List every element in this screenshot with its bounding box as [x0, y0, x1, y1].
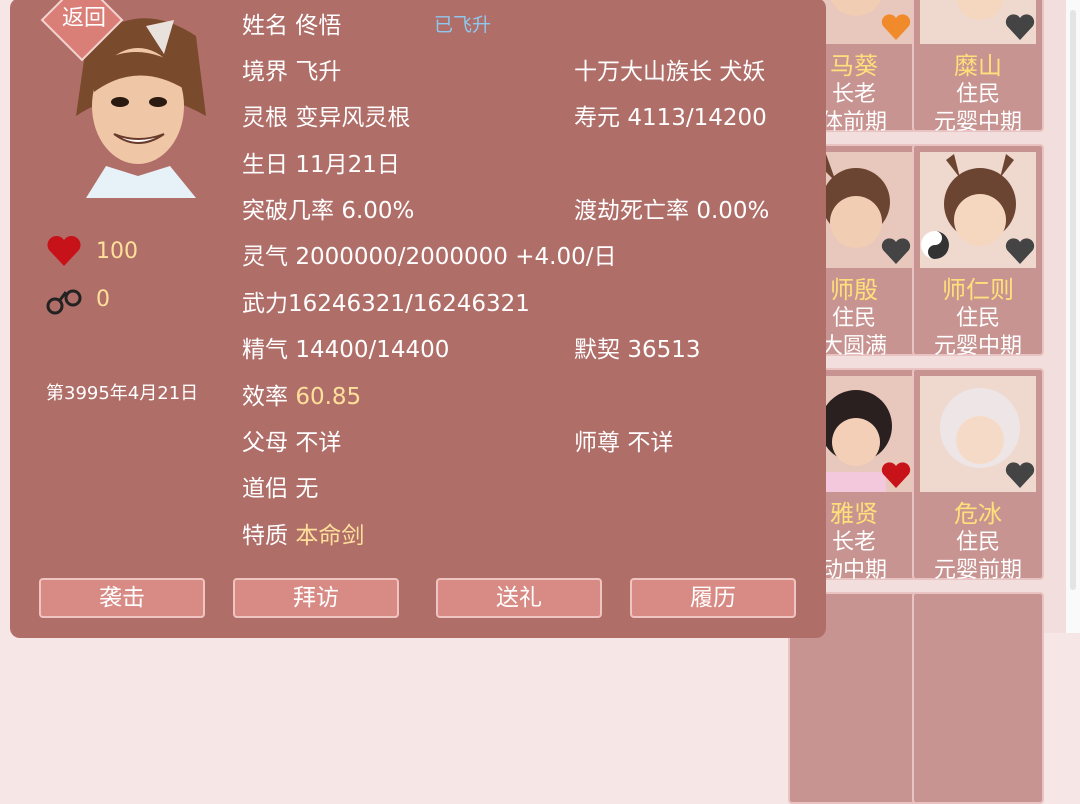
birthday-value: 11月21日	[295, 152, 400, 178]
birthday-label: 生日	[242, 152, 288, 178]
history-button[interactable]: 履历	[630, 578, 796, 618]
parents-label: 父母	[242, 430, 288, 456]
birthday-line: 生日 11月21日	[242, 145, 400, 179]
bond-line: 默契 36513	[574, 330, 700, 364]
trait-line: 特质 本命剑	[242, 516, 364, 550]
attack-button[interactable]: 袭击	[39, 578, 205, 618]
taiji-icon	[921, 231, 949, 259]
affection-stat: 100	[46, 234, 138, 268]
trait-value[interactable]: 本命剑	[295, 523, 364, 549]
handcuffs-icon	[46, 289, 82, 315]
breakthrough-line: 突破几率 6.00%	[242, 191, 414, 225]
heart-icon	[881, 462, 911, 488]
roster-card[interactable]: 师仁则 住民 元婴中期	[912, 144, 1044, 359]
force-label: 武力	[242, 291, 288, 317]
qi-label: 灵气	[242, 244, 288, 270]
name-value: 佟悟	[295, 13, 342, 39]
heart-icon	[1005, 238, 1035, 264]
parents-line: 父母 不详	[242, 423, 341, 457]
affection-value: 100	[96, 238, 138, 264]
qi-value: 2000000/2000000 +4.00/日	[295, 244, 617, 270]
trait-label: 特质	[242, 523, 288, 549]
essence-label: 精气	[242, 337, 288, 363]
heart-icon	[47, 235, 81, 266]
breakthrough-label: 突破几率	[242, 198, 334, 224]
scroll-thumb[interactable]	[1070, 10, 1076, 590]
master-line: 师尊 不详	[574, 423, 673, 457]
tribulation-value: 0.00%	[696, 198, 770, 224]
heart-icon	[1005, 462, 1035, 488]
essence-line: 精气 14400/14400	[242, 330, 449, 364]
efficiency-line: 效率 60.85	[242, 377, 361, 411]
roster-card[interactable]: 危冰 住民 元婴前期	[912, 368, 1044, 583]
breakthrough-value: 6.00%	[341, 198, 415, 224]
force-value: 16246321/16246321	[288, 291, 530, 317]
gift-button[interactable]: 送礼	[436, 578, 602, 618]
realm-label: 境界	[242, 59, 288, 85]
master-label: 师尊	[574, 430, 620, 456]
title-value: 十万大山族长	[574, 59, 712, 85]
realm-line: 境界 飞升	[242, 52, 341, 86]
roster-card[interactable]	[912, 592, 1044, 804]
master-value: 不详	[627, 430, 674, 456]
character-detail-panel: 返回 100 0 第3995年4月21日 姓名 佟悟 已飞升 境界 飞升 十万大…	[10, 0, 826, 638]
shackle-value: 0	[96, 286, 110, 312]
lifespan-line: 寿元 4113/14200	[574, 98, 767, 132]
force-line: 武力16246321/16246321	[242, 284, 530, 318]
back-button[interactable]: 返回	[52, 0, 116, 32]
efficiency-value: 60.85	[295, 384, 362, 410]
member-stage: 元婴前期	[933, 558, 1022, 583]
efficiency-label: 效率	[242, 384, 288, 410]
heart-icon	[881, 238, 911, 264]
lifespan-label: 寿元	[574, 105, 620, 131]
tribulation-line: 渡劫死亡率 0.00%	[574, 191, 769, 225]
essence-value: 14400/14400	[295, 337, 450, 363]
root-label: 灵根	[242, 105, 288, 131]
roster-card[interactable]: 糜山 住民 元婴中期	[912, 0, 1044, 135]
bond-value: 36513	[627, 337, 701, 363]
root-value: 变异风灵根	[295, 105, 411, 131]
member-stage: 元婴中期	[933, 110, 1022, 135]
partner-label: 道侣	[242, 476, 288, 502]
partner-line: 道侣 无	[242, 469, 318, 503]
scrollbar[interactable]	[1066, 0, 1080, 633]
visit-button[interactable]: 拜访	[233, 578, 399, 618]
shackle-stat: 0	[46, 282, 110, 316]
root-line: 灵根 变异风灵根	[242, 98, 410, 132]
parents-value: 不详	[295, 430, 342, 456]
name-line: 姓名 佟悟	[242, 6, 341, 40]
name-label: 姓名	[242, 13, 288, 39]
member-stage: 元婴中期	[933, 334, 1022, 359]
qi-line: 灵气 2000000/2000000 +4.00/日	[242, 237, 616, 271]
game-date: 第3995年4月21日	[46, 383, 199, 404]
title-line: 十万大山族长 犬妖	[574, 52, 765, 86]
heart-icon	[1005, 14, 1035, 40]
lifespan-value: 4113/14200	[627, 105, 767, 131]
heart-icon	[881, 14, 911, 40]
realm-value: 飞升	[295, 59, 342, 85]
bond-label: 默契	[574, 337, 620, 363]
race-value: 犬妖	[719, 59, 766, 85]
tribulation-label: 渡劫死亡率	[574, 198, 689, 224]
ascended-badge: 已飞升	[434, 14, 492, 36]
partner-value: 无	[295, 476, 319, 502]
